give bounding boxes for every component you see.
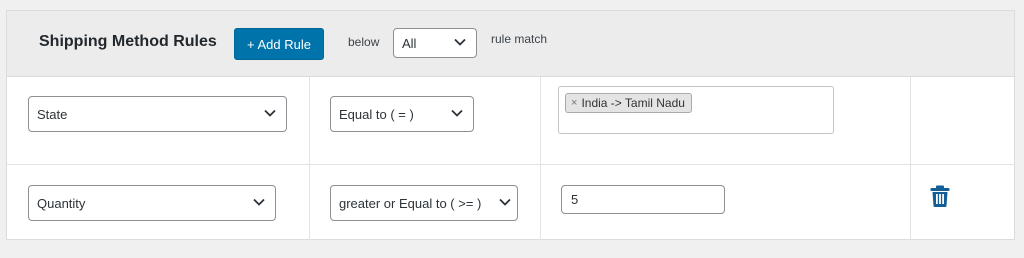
column-divider bbox=[910, 77, 911, 240]
chevron-down-icon bbox=[253, 198, 265, 206]
rule-value-input[interactable]: 5 bbox=[561, 185, 725, 214]
chevron-down-icon bbox=[264, 109, 276, 117]
trash-icon[interactable] bbox=[930, 185, 950, 207]
selected-tag-label: India -> Tamil Nadu bbox=[581, 96, 685, 110]
rule-field-select-value: State bbox=[37, 106, 68, 122]
panel-header: Shipping Method Rules + Add Rule below A… bbox=[7, 11, 1014, 77]
rule-field-select[interactable]: State bbox=[28, 96, 287, 132]
chevron-down-icon bbox=[451, 109, 463, 117]
rule-operator-select[interactable]: Equal to ( = ) bbox=[330, 96, 474, 132]
match-type-select-value: All bbox=[402, 35, 417, 51]
chevron-down-icon bbox=[454, 38, 466, 46]
add-rule-button[interactable]: + Add Rule bbox=[234, 28, 324, 60]
rule-field-select-value: Quantity bbox=[37, 195, 86, 211]
match-type-select[interactable]: All bbox=[393, 28, 477, 58]
rule-match-label: rule match bbox=[491, 32, 548, 46]
row-divider bbox=[7, 164, 1015, 165]
rule-value-input-text: 5 bbox=[571, 192, 579, 207]
column-divider bbox=[540, 77, 541, 240]
rule-operator-select[interactable]: greater or Equal to ( >= ) bbox=[330, 185, 518, 221]
page-title: Shipping Method Rules bbox=[39, 33, 217, 50]
chevron-down-icon bbox=[499, 198, 511, 206]
column-divider bbox=[309, 77, 310, 240]
rule-value-multiselect[interactable]: × India -> Tamil Nadu bbox=[558, 86, 834, 134]
tag-remove-icon[interactable]: × bbox=[571, 97, 577, 109]
rule-operator-select-value: Equal to ( = ) bbox=[339, 106, 414, 122]
rule-field-select[interactable]: Quantity bbox=[28, 185, 276, 221]
rule-operator-select-value: greater or Equal to ( >= ) bbox=[339, 195, 482, 211]
below-label: below bbox=[348, 35, 380, 49]
selected-tag: × India -> Tamil Nadu bbox=[565, 93, 692, 113]
